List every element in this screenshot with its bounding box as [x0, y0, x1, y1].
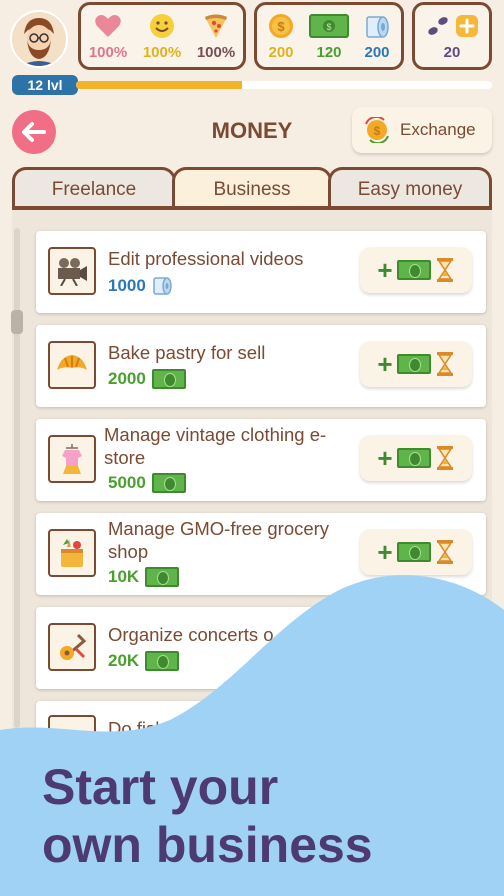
paper-value: 200	[364, 43, 390, 61]
plus-icon[interactable]	[455, 14, 479, 38]
job-reward-value: 2000	[108, 369, 146, 388]
job-reward-value: 5000	[108, 473, 146, 492]
money-value: 120	[316, 43, 342, 61]
bill-icon	[151, 369, 186, 389]
video-camera-icon	[48, 247, 96, 295]
bill-icon	[396, 354, 431, 374]
coins-stat: $ 200	[257, 5, 305, 67]
croissant-icon	[48, 341, 96, 389]
scrollbar-thumb[interactable]	[11, 310, 23, 334]
job-title: Manage vintage clothing e-store	[104, 424, 327, 468]
heart-icon	[94, 12, 122, 40]
job-title: Bake pastry for sell	[108, 342, 266, 363]
exchange-button[interactable]: $ Exchange	[352, 107, 492, 153]
job-card: Manage vintage clothing e-store 5000 +	[36, 419, 486, 501]
job-reward: 1000	[108, 275, 176, 297]
footprints-icon	[428, 16, 448, 35]
clothing-icon	[48, 435, 96, 483]
promo-line-2: own business	[42, 817, 373, 873]
steps-panel: 20	[412, 2, 492, 70]
start-job-button[interactable]: +	[360, 247, 472, 293]
pizza-icon	[202, 12, 230, 40]
food-value: 100%	[196, 43, 236, 61]
hourglass-icon	[436, 540, 453, 564]
bill-icon: $	[309, 12, 349, 40]
exchange-icon: $	[365, 117, 389, 143]
resources-panel: $ 200 $ 120 200	[254, 2, 404, 70]
money-stat: $ 120	[305, 5, 353, 67]
tab-easy-money[interactable]: Easy money	[328, 167, 492, 209]
plus-icon: +	[377, 349, 393, 379]
promo-line-1: Start your	[42, 759, 279, 815]
bill-icon	[396, 260, 431, 280]
plus-icon: +	[377, 537, 393, 567]
steps-stat: 20	[415, 5, 489, 67]
svg-text:$: $	[326, 22, 331, 32]
mood-value: 100%	[142, 43, 182, 61]
health-stat: 100%	[81, 5, 135, 67]
hourglass-icon	[436, 352, 453, 376]
coins-value: 200	[268, 43, 294, 61]
bill-icon	[396, 542, 431, 562]
hourglass-icon	[436, 446, 453, 470]
promo-text: Start your own business	[42, 758, 373, 874]
tab-freelance[interactable]: Freelance	[12, 167, 176, 209]
tab-business[interactable]: Business	[172, 167, 332, 209]
job-card: Edit professional videos 1000 +	[36, 231, 486, 313]
needs-panel: 100% 100% 100%	[78, 2, 246, 70]
job-reward-value: 1000	[108, 276, 146, 295]
job-title: Manage GMO-free grocery shop	[108, 518, 330, 562]
level-progress-fill	[76, 81, 243, 89]
exchange-label: Exchange	[400, 120, 476, 139]
job-reward: 5000	[108, 473, 186, 493]
steps-value: 20	[443, 43, 461, 61]
mood-stat: 100%	[135, 5, 189, 67]
paper-roll-icon	[153, 277, 172, 295]
svg-text:$: $	[277, 19, 285, 34]
job-title: Edit professional videos	[108, 248, 304, 269]
start-job-button[interactable]: +	[360, 435, 472, 481]
avatar[interactable]	[10, 10, 68, 68]
paper-roll-icon	[363, 12, 391, 40]
plus-icon: +	[377, 255, 393, 285]
level-progress-bar	[76, 81, 492, 89]
job-card: Bake pastry for sell 2000 +	[36, 325, 486, 407]
bill-icon	[151, 473, 186, 493]
level-badge: 12 lvl	[12, 75, 78, 95]
back-arrow-icon	[22, 122, 46, 142]
svg-text:$: $	[374, 124, 381, 138]
bill-icon	[396, 448, 431, 468]
coin-icon: $	[267, 12, 295, 40]
hourglass-icon	[436, 258, 453, 282]
food-stat: 100%	[189, 5, 243, 67]
plus-icon: +	[377, 443, 393, 473]
page-title: MONEY	[211, 118, 293, 143]
health-value: 100%	[88, 43, 128, 61]
start-job-button[interactable]: +	[360, 341, 472, 387]
job-reward: 2000	[108, 369, 186, 389]
paper-stat: 200	[353, 5, 401, 67]
start-job-button[interactable]: +	[360, 529, 472, 575]
back-button[interactable]	[12, 110, 56, 154]
smiley-icon	[148, 12, 176, 40]
